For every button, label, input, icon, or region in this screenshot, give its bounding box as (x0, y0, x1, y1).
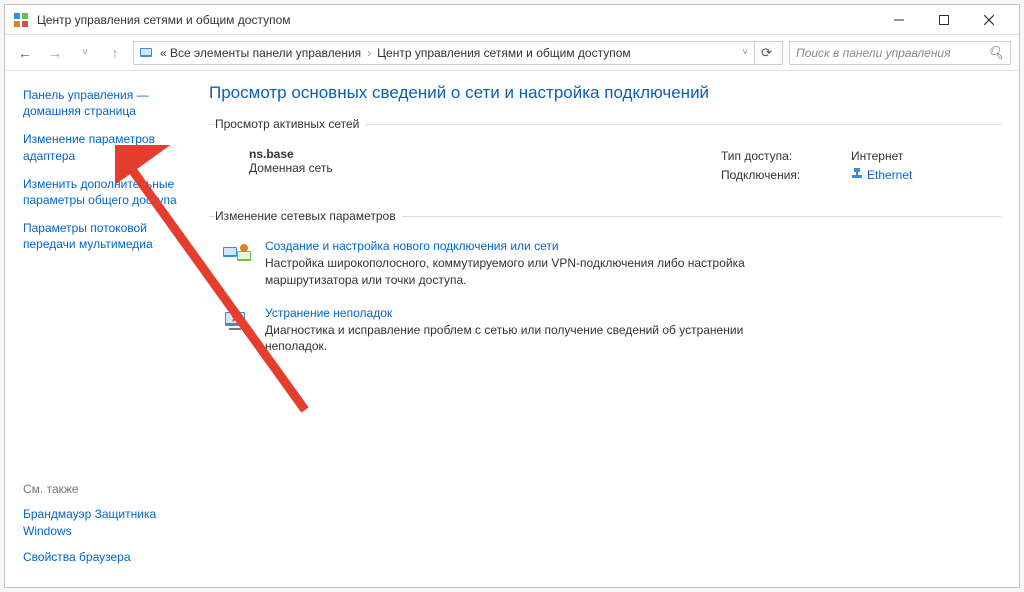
network-name-block: ns.base Доменная сеть (249, 147, 333, 185)
body: Панель управления — домашняя страница Из… (5, 71, 1019, 587)
active-networks-group: Просмотр активных сетей ns.base Доменная… (209, 117, 1001, 195)
window-root: Центр управления сетями и общим доступом… (4, 4, 1020, 588)
network-type: Доменная сеть (249, 161, 333, 175)
address-history-button[interactable]: ˅ (736, 47, 754, 58)
setup-new-connection-link[interactable]: Создание и настройка нового подключения … (265, 239, 559, 253)
troubleshoot-link[interactable]: Устранение неполадок (265, 306, 392, 320)
navbar: ← → ˅ ↑ « Все элементы панели управления… (5, 35, 1019, 71)
sidebar: Панель управления — домашняя страница Из… (5, 71, 201, 587)
content: Просмотр основных сведений о сети и наст… (201, 71, 1019, 587)
network-details: Тип доступа: Интернет Подключения: Ether… (721, 147, 991, 185)
network-settings-legend: Изменение сетевых параметров (215, 209, 402, 223)
forward-button[interactable]: → (43, 41, 67, 65)
breadcrumb-current[interactable]: Центр управления сетями и общим доступом (377, 46, 631, 60)
see-also-heading: См. также (23, 482, 191, 496)
troubleshoot-desc: Диагностика и исправление проблем с сеть… (265, 322, 785, 354)
setup-connection-icon (221, 239, 253, 271)
sidebar-link-home[interactable]: Панель управления — домашняя страница (23, 87, 191, 119)
see-also-section: См. также Брандмауэр Защитника Windows С… (23, 482, 191, 575)
setup-new-connection-desc: Настройка широкополосного, коммутируемог… (265, 255, 785, 287)
close-button[interactable] (966, 5, 1011, 35)
refresh-button[interactable]: ⟳ (754, 42, 778, 64)
ethernet-icon (851, 166, 863, 185)
sidebar-link-adapter-settings[interactable]: Изменение параметров адаптера (23, 131, 191, 163)
troubleshoot-item: ✖ Устранение неполадок Диагностика и исп… (215, 300, 995, 366)
window-title: Центр управления сетями и общим доступом (37, 13, 876, 27)
see-also-firewall[interactable]: Брандмауэр Защитника Windows (23, 506, 191, 538)
minimize-button[interactable] (876, 5, 921, 35)
connection-ethernet-link[interactable]: Ethernet (867, 166, 912, 185)
network-name: ns.base (249, 147, 333, 161)
network-center-icon (13, 12, 29, 28)
back-button[interactable]: ← (13, 41, 37, 65)
active-networks-legend: Просмотр активных сетей (215, 117, 365, 131)
connections-label: Подключения: (721, 166, 829, 185)
svg-text:✖: ✖ (231, 314, 239, 324)
sidebar-link-advanced-sharing[interactable]: Изменить дополнительные параметры общего… (23, 176, 191, 208)
breadcrumb-prefix: « (160, 46, 167, 60)
control-panel-icon (138, 45, 154, 61)
recent-locations-button[interactable]: ˅ (73, 41, 97, 65)
search-placeholder: Поиск в панели управления (796, 46, 951, 60)
up-button[interactable]: ↑ (103, 41, 127, 65)
search-input[interactable]: Поиск в панели управления 🔍︎ (789, 41, 1011, 65)
access-type-value: Интернет (851, 147, 903, 166)
address-bar[interactable]: « Все элементы панели управления › Центр… (133, 41, 783, 65)
search-icon[interactable]: 🔍︎ (987, 45, 1004, 61)
titlebar: Центр управления сетями и общим доступом (5, 5, 1019, 35)
access-type-label: Тип доступа: (721, 147, 829, 166)
troubleshoot-icon: ✖ (221, 306, 253, 338)
maximize-button[interactable] (921, 5, 966, 35)
setup-new-connection-item: Создание и настройка нового подключения … (215, 233, 995, 299)
page-title: Просмотр основных сведений о сети и наст… (209, 83, 1001, 103)
network-settings-group: Изменение сетевых параметров Создание и … (209, 209, 1001, 376)
sidebar-link-media-streaming[interactable]: Параметры потоковой передачи мультимедиа (23, 220, 191, 252)
breadcrumb-root[interactable]: Все элементы панели управления (170, 46, 361, 60)
see-also-internet-options[interactable]: Свойства браузера (23, 549, 191, 565)
breadcrumb-separator-icon: › (367, 46, 371, 60)
